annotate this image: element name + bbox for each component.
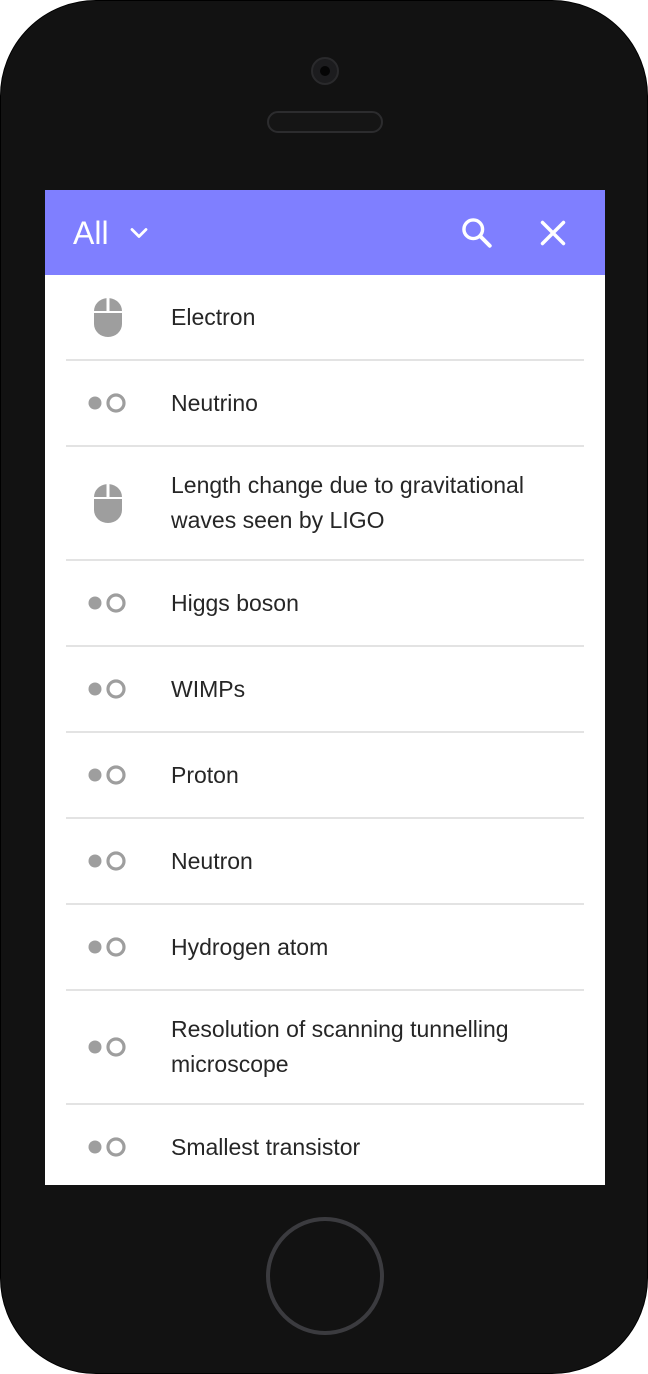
filter-dropdown[interactable]: All bbox=[73, 213, 153, 253]
phone-frame: All Electron Neutrino Length change due … bbox=[0, 0, 648, 1374]
result-list: Electron Neutrino Length change due to g… bbox=[45, 275, 605, 1185]
list-item-scanning-tunnelling-microscope[interactable]: Resolution of scanning tunnelling micros… bbox=[66, 991, 584, 1105]
chevron-down-icon bbox=[130, 227, 147, 238]
mouse-icon bbox=[87, 296, 129, 338]
toggle-icon bbox=[87, 582, 129, 624]
toggle-icon bbox=[87, 668, 129, 710]
list-item-hydrogen-atom[interactable]: Hydrogen atom bbox=[66, 905, 584, 991]
toggle-icon bbox=[87, 840, 129, 882]
list-item-label: Neutrino bbox=[171, 389, 258, 416]
app-bar: All bbox=[45, 190, 605, 275]
earpiece-speaker bbox=[267, 111, 383, 133]
front-camera bbox=[311, 57, 339, 85]
toggle-icon bbox=[87, 382, 129, 424]
list-item-electron[interactable]: Electron bbox=[66, 275, 584, 361]
close-icon[interactable] bbox=[535, 215, 571, 251]
toggle-icon bbox=[87, 754, 129, 796]
screen: All Electron Neutrino Length change due … bbox=[45, 190, 605, 1185]
list-item-neutron[interactable]: Neutron bbox=[66, 819, 584, 905]
toggle-icon bbox=[87, 1026, 129, 1068]
toggle-icon bbox=[87, 926, 129, 968]
toggle-icon bbox=[87, 1126, 129, 1168]
list-item-neutrino[interactable]: Neutrino bbox=[66, 361, 584, 447]
list-item-ligo[interactable]: Length change due to gravitational waves… bbox=[66, 447, 584, 561]
list-item-smallest-transistor[interactable]: Smallest transistor bbox=[66, 1105, 584, 1185]
list-item-label: Higgs boson bbox=[171, 589, 299, 616]
list-item-label: Resolution of scanning tunnelling micros… bbox=[171, 1016, 509, 1077]
search-icon[interactable] bbox=[459, 215, 495, 251]
list-item-higgs-boson[interactable]: Higgs boson bbox=[66, 561, 584, 647]
list-item-label: Neutron bbox=[171, 847, 253, 874]
list-item-label: Hydrogen atom bbox=[171, 933, 329, 960]
list-item-proton[interactable]: Proton bbox=[66, 733, 584, 819]
list-item-label: Length change due to gravitational waves… bbox=[171, 472, 524, 533]
mouse-icon bbox=[87, 482, 129, 524]
filter-label: All bbox=[73, 214, 109, 251]
list-item-label: Proton bbox=[171, 761, 239, 788]
home-button[interactable] bbox=[266, 1217, 384, 1335]
list-item-wimps[interactable]: WIMPs bbox=[66, 647, 584, 733]
list-item-label: WIMPs bbox=[171, 675, 246, 702]
list-item-label: Electron bbox=[171, 303, 256, 330]
list-item-label: Smallest transistor bbox=[171, 1133, 361, 1160]
